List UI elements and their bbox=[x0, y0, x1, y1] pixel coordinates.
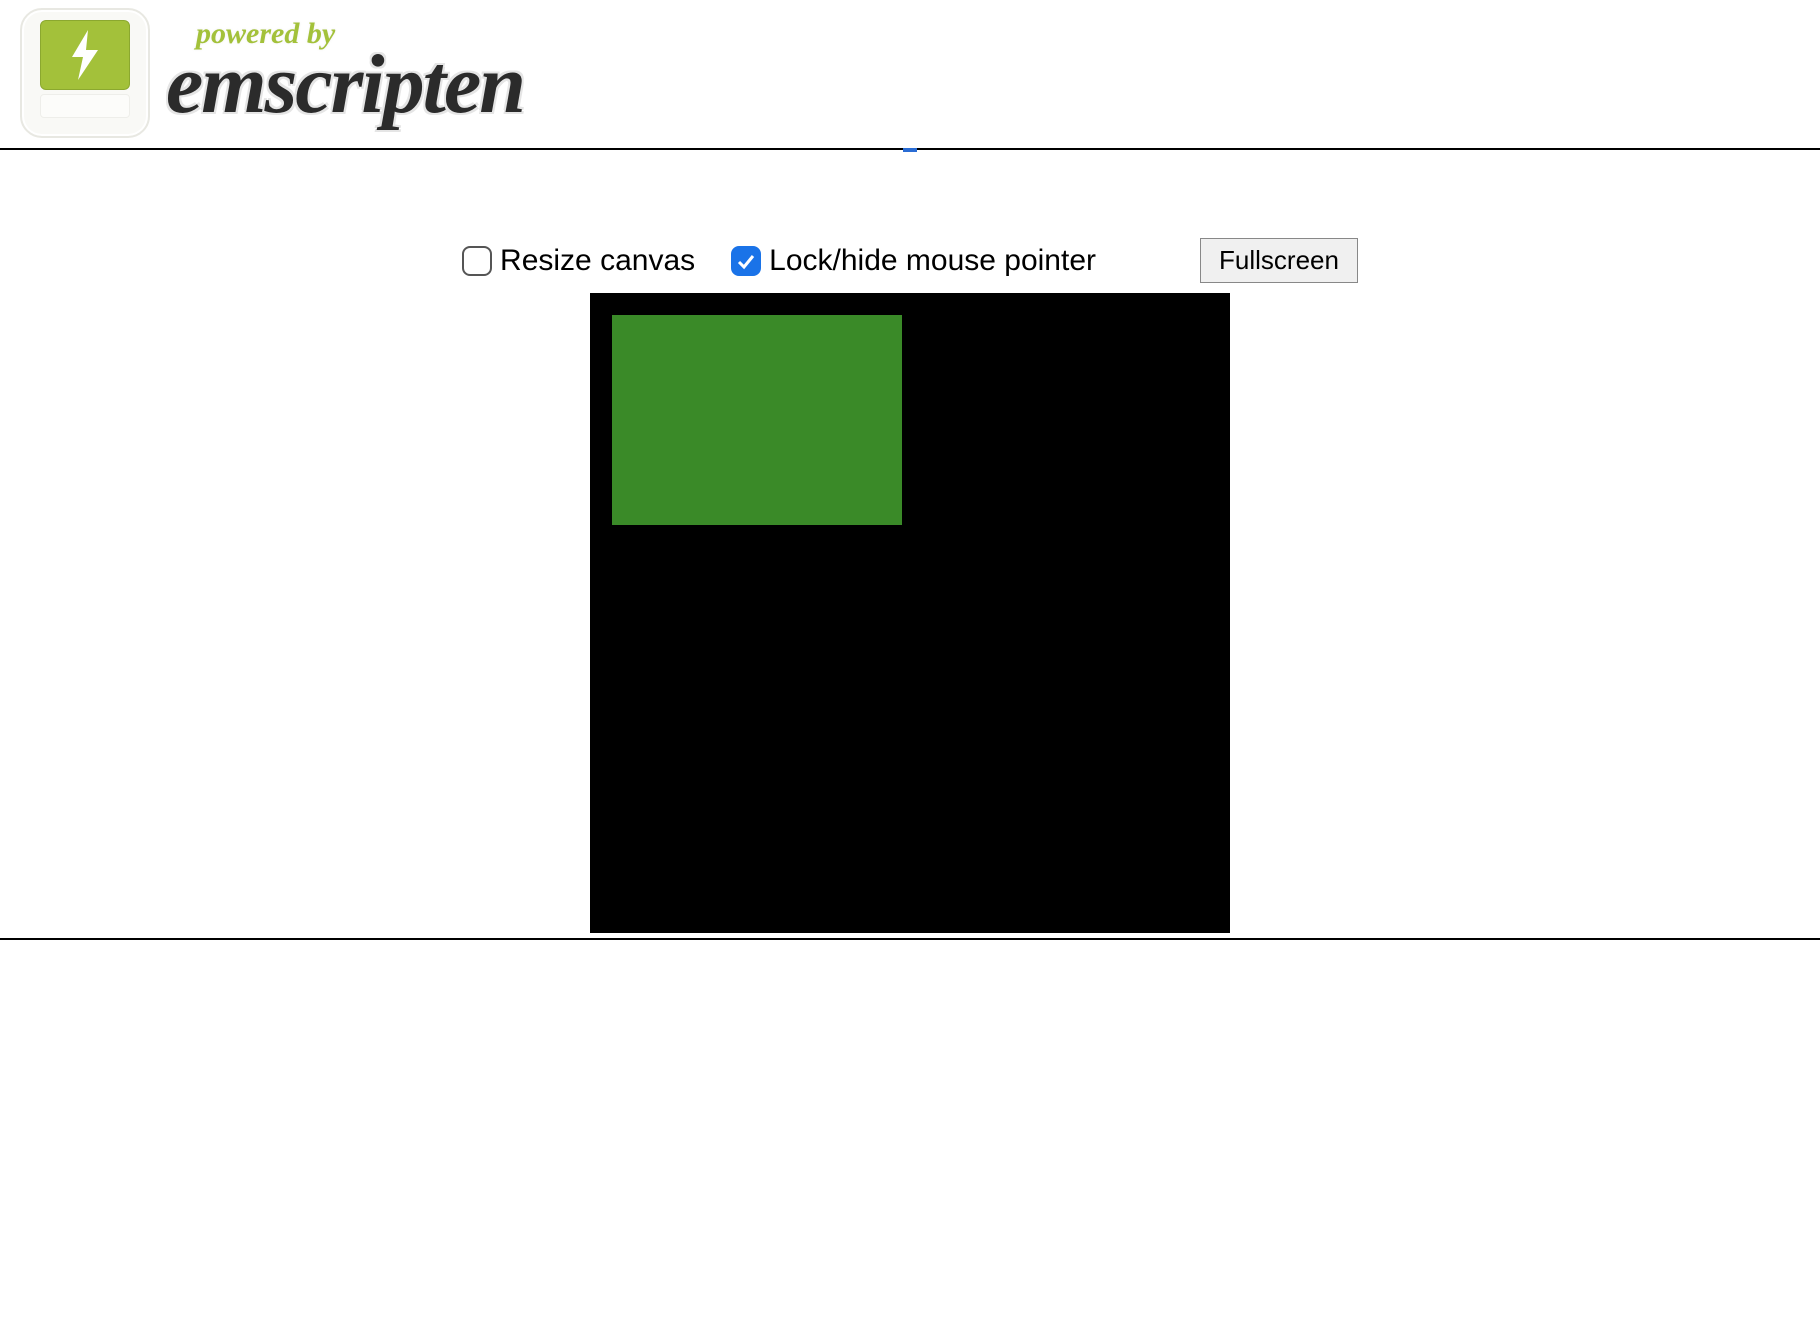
resize-canvas-label: Resize canvas bbox=[500, 244, 695, 278]
logo-text: powered by emscripten bbox=[166, 19, 524, 127]
lightning-icon bbox=[40, 20, 130, 90]
lock-hide-pointer-checkbox[interactable] bbox=[731, 246, 761, 276]
resize-canvas-checkbox[interactable] bbox=[462, 246, 492, 276]
logo-keyboard-icon bbox=[40, 94, 130, 118]
emscripten-logo-badge bbox=[20, 8, 150, 138]
controls-row: Resize canvas Lock/hide mouse pointer Fu… bbox=[0, 238, 1820, 283]
green-rectangle bbox=[612, 315, 902, 525]
header: powered by emscripten bbox=[0, 0, 1820, 138]
divider-bottom bbox=[0, 938, 1820, 940]
progress-indicator bbox=[903, 148, 917, 152]
canvas[interactable] bbox=[590, 293, 1230, 933]
emscripten-title: emscripten bbox=[166, 43, 524, 127]
lock-hide-pointer-label: Lock/hide mouse pointer bbox=[769, 244, 1096, 278]
fullscreen-button[interactable]: Fullscreen bbox=[1200, 238, 1358, 283]
